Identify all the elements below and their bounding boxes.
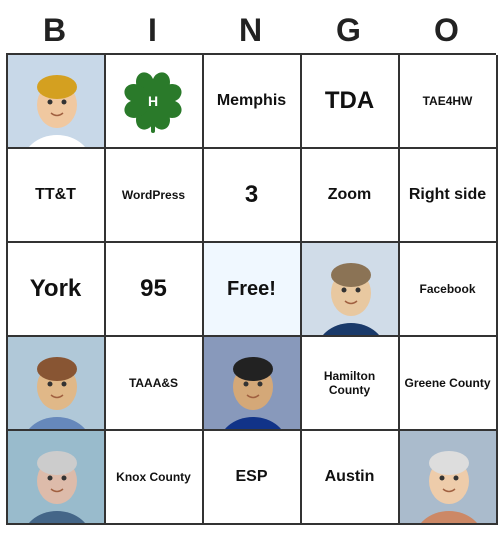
cell-r2-c1: 95 <box>106 243 204 337</box>
cell-text-r2-c4: Facebook <box>419 282 475 296</box>
cell-text-r4-c2: ESP <box>235 468 267 486</box>
cell-r3-c1: TAAA&S <box>106 337 204 431</box>
header-letter-b: B <box>6 8 104 53</box>
cell-text-r1-c1: WordPress <box>122 188 185 202</box>
cell-r0-c0 <box>8 55 106 149</box>
cell-r2-c2: Free! <box>204 243 302 337</box>
cell-text-r1-c0: TT&T <box>35 186 76 204</box>
cell-text-r1-c3: Zoom <box>328 186 372 204</box>
cell-r0-c4: TAE4HW <box>400 55 498 149</box>
cell-r2-c0: York <box>8 243 106 337</box>
svg-text:H: H <box>148 93 158 109</box>
cell-text-r0-c2: Memphis <box>217 92 286 110</box>
cell-text-r4-c3: Austin <box>325 468 375 486</box>
cell-r1-c1: WordPress <box>106 149 204 243</box>
cell-r4-c0 <box>8 431 106 525</box>
cell-r1-c4: Right side <box>400 149 498 243</box>
cell-r0-c2: Memphis <box>204 55 302 149</box>
cell-r2-c4: Facebook <box>400 243 498 337</box>
cell-r4-c3: Austin <box>302 431 400 525</box>
cell-text-r2-c0: York <box>30 275 82 303</box>
header-letter-o: O <box>398 8 496 53</box>
cell-r1-c2: 3 <box>204 149 302 243</box>
cell-text-r4-c1: Knox County <box>116 470 191 484</box>
bingo-card: BINGO <box>6 8 496 525</box>
cell-text-r3-c1: TAAA&S <box>129 376 178 390</box>
cell-text-r1-c4: Right side <box>409 185 486 204</box>
cell-r0-c1: H <box>106 55 204 149</box>
cell-r0-c3: TDA <box>302 55 400 149</box>
header-letter-i: I <box>104 8 202 53</box>
cell-r1-c3: Zoom <box>302 149 400 243</box>
cell-r4-c2: ESP <box>204 431 302 525</box>
cell-r4-c1: Knox County <box>106 431 204 525</box>
cell-r3-c0 <box>8 337 106 431</box>
cell-text-r0-c3: TDA <box>325 87 374 115</box>
bingo-header: BINGO <box>6 8 496 53</box>
cell-r2-c3 <box>302 243 400 337</box>
free-space-text: Free! <box>227 278 276 301</box>
header-letter-g: G <box>300 8 398 53</box>
bingo-grid: H Memphis TDA TAE4HW TT&T WordPress 3 Zoom Righ… <box>6 53 496 525</box>
cell-r3-c3: Hamilton County <box>302 337 400 431</box>
cell-text-r2-c1: 95 <box>140 275 167 303</box>
clover-icon: H <box>121 66 186 136</box>
cell-text-r0-c4: TAE4HW <box>423 94 473 108</box>
cell-text-r3-c4: Greene County <box>404 376 490 390</box>
header-letter-n: N <box>202 8 300 53</box>
cell-r3-c2 <box>204 337 302 431</box>
cell-text-r1-c2: 3 <box>245 181 258 209</box>
cell-text-r3-c3: Hamilton County <box>304 369 396 398</box>
cell-r4-c4 <box>400 431 498 525</box>
cell-r3-c4: Greene County <box>400 337 498 431</box>
cell-r1-c0: TT&T <box>8 149 106 243</box>
